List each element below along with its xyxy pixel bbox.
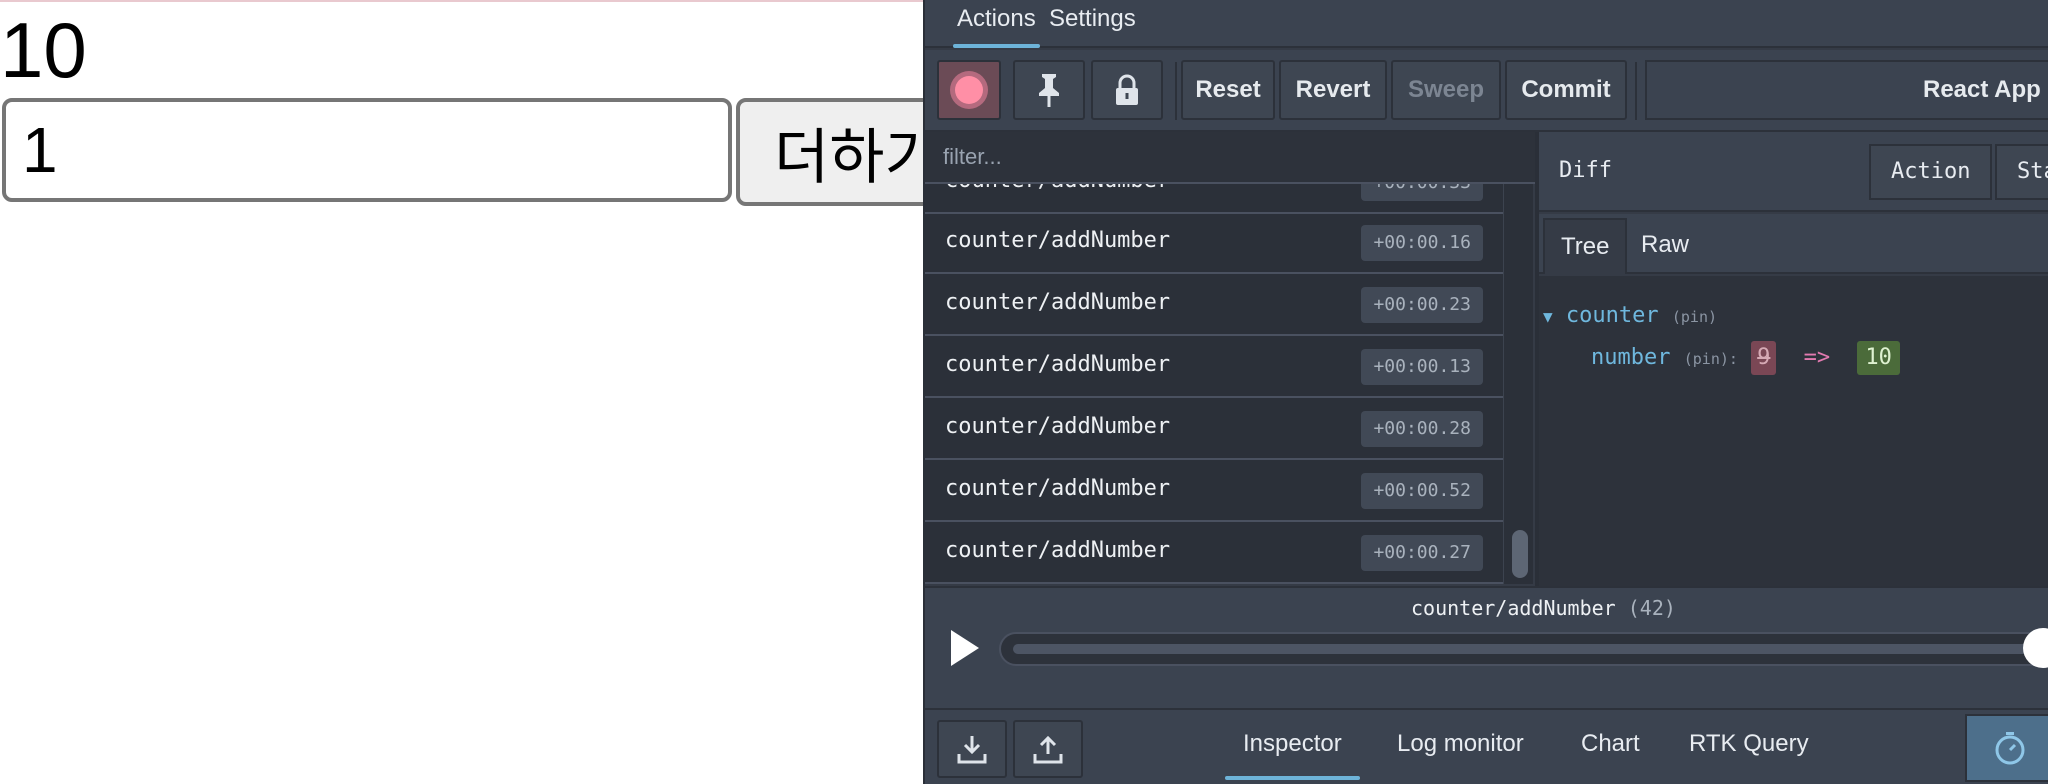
slider-track[interactable] <box>999 632 2048 666</box>
revert-button[interactable]: Revert <box>1279 60 1387 120</box>
action-name: counter/addNumber <box>945 414 1171 439</box>
diff-header: Diff Action State <box>1539 132 2048 212</box>
action-row[interactable]: counter/addNumber +00:00.52 <box>925 462 1503 522</box>
redux-devtools-panel: Actions Settings Reset Revert Sweep Comm… <box>923 0 2048 784</box>
subtab-tree[interactable]: Tree <box>1543 218 1628 274</box>
import-button[interactable] <box>937 720 1007 778</box>
play-icon[interactable] <box>951 630 979 666</box>
sweep-button[interactable]: Sweep <box>1391 60 1501 120</box>
action-name: counter/addNumber <box>945 538 1171 563</box>
monitor-bar: Inspector Log monitor Chart RTK Query <box>925 708 2048 784</box>
slider-action-name: counter/addNumber <box>1411 596 1616 620</box>
action-time: +00:00.13 <box>1361 349 1483 385</box>
action-row[interactable]: counter/addNumber +00:00.27 <box>925 524 1503 584</box>
slider-track-fill <box>1013 644 2048 654</box>
instance-select[interactable]: React App <box>1645 60 2048 120</box>
tree-key: counter <box>1565 303 1659 328</box>
diff-title: Diff <box>1559 158 1612 183</box>
monitor-tab-rtk-query[interactable]: RTK Query <box>1689 730 1809 758</box>
action-time: +00:00.52 <box>1361 473 1483 509</box>
toolbar-separator <box>1635 62 1637 120</box>
monitor-tab-chart[interactable]: Chart <box>1581 730 1640 758</box>
toolbar-separator <box>1175 62 1177 120</box>
action-row[interactable]: counter/addNumber +00:00.23 <box>925 276 1503 336</box>
slider-action-count: (42) <box>1627 596 1676 620</box>
reset-button[interactable]: Reset <box>1181 60 1275 120</box>
tab-state[interactable]: State <box>1995 144 2048 200</box>
lock-icon <box>1116 74 1138 105</box>
diff-subtabs: Tree Raw <box>1539 214 2048 274</box>
action-time: +00:00.16 <box>1361 225 1483 261</box>
timer-icon <box>1995 732 2025 765</box>
counter-value: 10 <box>0 6 87 94</box>
slider-label: counter/addNumber (42) <box>1411 596 1676 620</box>
action-name: counter/addNumber <box>945 228 1171 253</box>
tree-key: number <box>1591 345 1671 370</box>
pin-icon <box>1039 74 1059 107</box>
pin-label[interactable]: (pin) <box>1672 308 1717 326</box>
action-name: counter/addNumber <box>945 184 1170 193</box>
diff-tree: ▼ counter (pin) number (pin): 9 => 10 <box>1539 276 2048 586</box>
action-row[interactable]: counter/addNumber +00:00.33 <box>925 184 1503 214</box>
tab-settings[interactable]: Settings <box>1031 0 1154 48</box>
monitor-tab-log-monitor[interactable]: Log monitor <box>1397 730 1524 758</box>
download-icon <box>957 736 987 764</box>
expand-arrow-icon[interactable]: ▼ <box>1543 307 1553 326</box>
filter-bar <box>925 132 1535 184</box>
action-row[interactable]: counter/addNumber +00:00.28 <box>925 400 1503 460</box>
devtools-toolbar: Reset Revert Sweep Commit React App <box>925 50 2048 132</box>
action-row[interactable]: counter/addNumber +00:00.16 <box>925 214 1503 274</box>
lock-button[interactable] <box>1091 60 1163 120</box>
action-row[interactable]: counter/addNumber +00:00.13 <box>925 338 1503 398</box>
number-input[interactable] <box>2 98 732 202</box>
monitor-tab-inspector[interactable]: Inspector <box>1225 730 1360 780</box>
filter-input[interactable] <box>925 132 1535 182</box>
action-name: counter/addNumber <box>945 352 1171 377</box>
action-time: +00:00.28 <box>1361 411 1483 447</box>
record-icon <box>955 76 983 104</box>
dispatcher-toggle-button[interactable] <box>1965 714 2048 782</box>
action-name: counter/addNumber <box>945 476 1171 501</box>
action-time: +00:00.23 <box>1361 287 1483 323</box>
record-button[interactable] <box>937 60 1001 120</box>
commit-button[interactable]: Commit <box>1505 60 1627 120</box>
action-list-scrollbar[interactable] <box>1503 184 1533 584</box>
action-list: counter/addNumber +00:00.33 counter/addN… <box>925 184 1503 584</box>
upload-icon <box>1033 735 1063 764</box>
devtools-tabs: Actions Settings <box>925 0 2048 48</box>
tree-node-counter[interactable]: ▼ counter (pin) <box>1543 296 1717 336</box>
action-time: +00:00.33 <box>1361 184 1483 201</box>
pin-label[interactable]: (pin): <box>1684 350 1738 368</box>
scrollbar-thumb[interactable] <box>1512 530 1528 578</box>
tree-node-number: number (pin): 9 => 10 <box>1591 338 1900 378</box>
export-button[interactable] <box>1013 720 1083 778</box>
action-time: +00:00.27 <box>1361 535 1483 571</box>
slider-area: counter/addNumber (42) <box>925 586 2048 708</box>
app-top-border <box>0 0 923 2</box>
action-name: counter/addNumber <box>945 290 1171 315</box>
diff-arrow: => <box>1803 345 1831 370</box>
new-value: 10 <box>1857 341 1900 375</box>
subtab-raw[interactable]: Raw <box>1625 218 1705 274</box>
pin-button[interactable] <box>1013 60 1085 120</box>
tab-action[interactable]: Action <box>1869 144 1993 200</box>
old-value: 9 <box>1751 341 1777 375</box>
